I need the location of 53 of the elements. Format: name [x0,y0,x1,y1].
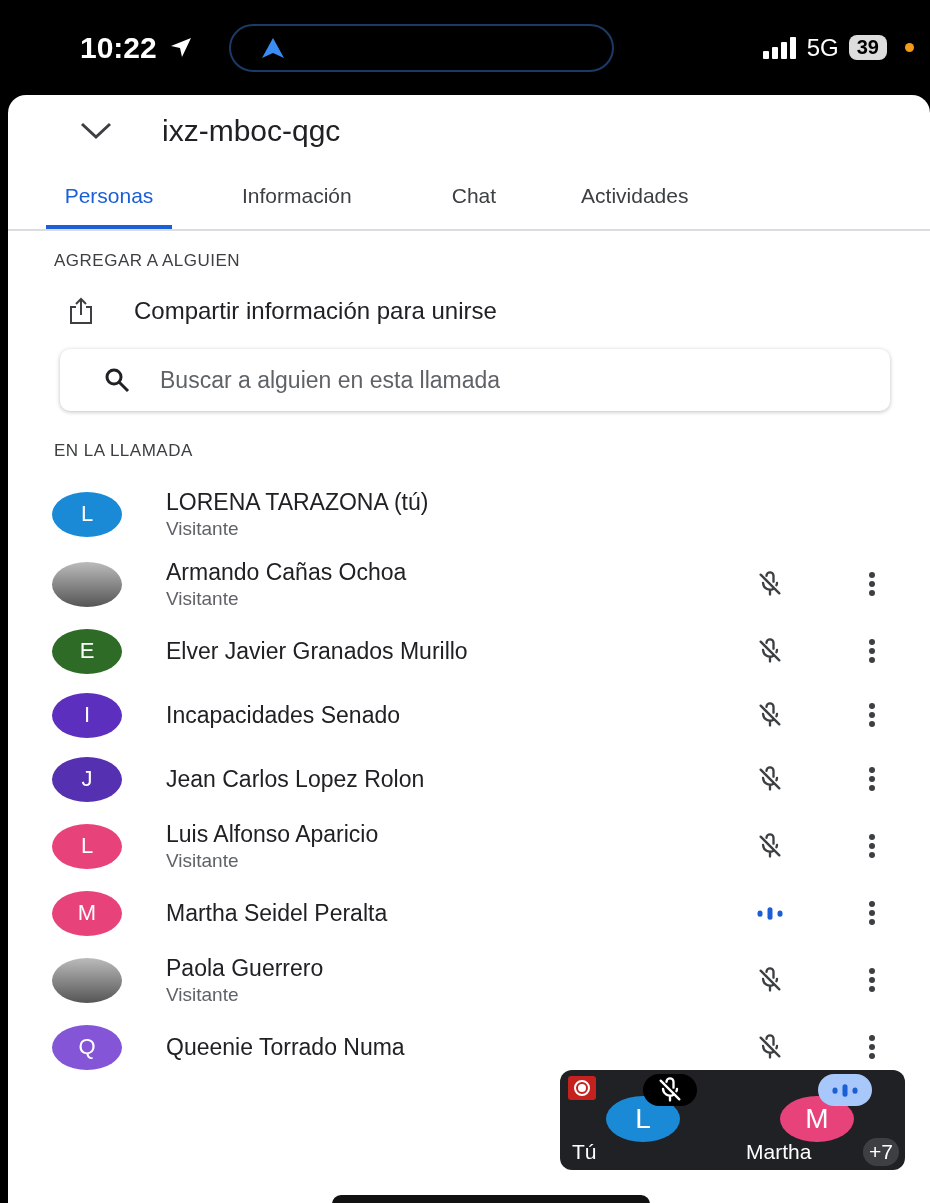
signal-icon [762,36,797,59]
participant-name: Queenie Torrado Numa [166,1033,406,1061]
avatar: Q [52,1024,122,1070]
muted-mic-icon [756,832,784,860]
avatar: M [780,1096,854,1142]
tile-label: Martha [746,1140,812,1164]
participant-role: Visitante [166,587,240,610]
tab[interactable]: Chat [451,167,497,229]
avatar: L [52,823,122,869]
more-participants-count: +7 [863,1138,899,1166]
participant-role: Visitante [166,849,240,872]
search-icon [104,367,130,393]
participant-name: Jean Carlos Lopez Rolon [166,765,426,793]
battery-level: 39 [848,35,887,60]
participant-name: Paola Guerrero [166,954,325,982]
network-label: 5G [806,33,839,62]
muted-mic-icon [756,570,784,598]
avatar: M [52,890,122,936]
search-field[interactable]: Buscar a alguien en esta llamada [60,349,890,411]
share-join-info-button[interactable]: Compartir información para unirse [8,271,497,325]
avatar: L [52,491,122,537]
participant-role: Visitante [166,517,240,540]
tab[interactable]: Información [242,167,352,229]
avatar: L [606,1096,680,1142]
participant-name: Armando Cañas Ochoa [166,558,408,586]
speaking-indicator-icon [755,905,785,921]
participant-name: Elver Javier Granados Murillo [166,637,469,665]
participant-name: Martha Seidel Peralta [166,899,389,927]
clock-time: 10:22 [80,30,157,65]
muted-mic-icon [756,765,784,793]
muted-mic-icon [756,1033,784,1061]
section-heading: AGREGAR A ALGUIEN [53,250,242,271]
participant-name: Luis Alfonso Aparicio [166,820,380,848]
tab[interactable]: Personas [46,167,172,229]
share-icon [68,297,94,325]
speaking-indicator-icon [830,1082,860,1098]
muted-mic-icon [756,637,784,665]
section-heading: EN LA LLAMADA [53,440,194,461]
muted-mic-icon [756,966,784,994]
tab[interactable]: Actividades [581,167,689,229]
mini-call-view[interactable]: L Tú M Martha +7 [560,1070,905,1170]
privacy-dot-icon [905,43,914,52]
avatar: J [52,756,122,802]
participant-role: Visitante [166,983,240,1006]
chevron-down-icon[interactable] [80,122,112,140]
participant-name: Incapacidades Senado [166,701,402,729]
muted-mic-icon [756,701,784,729]
tile-label: Tú [572,1140,597,1164]
meeting-code: ixz-mboc-qgc [162,114,341,148]
navigation-arrow-icon [260,36,285,59]
participant-name: LORENA TARAZONA (tú) [166,488,430,516]
avatar: E [52,628,122,674]
avatar: I [52,692,122,738]
